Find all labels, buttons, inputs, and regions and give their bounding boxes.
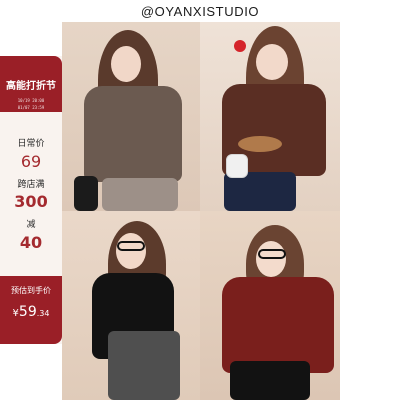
promo-time-line2: 01/07 23:59 <box>17 105 45 110</box>
face <box>111 46 141 82</box>
face <box>256 241 286 277</box>
product-photo-3[interactable] <box>62 211 200 400</box>
jeans <box>230 361 310 400</box>
small-bag <box>226 154 248 178</box>
skirt <box>102 178 178 211</box>
pleated-skirt <box>108 331 180 400</box>
product-photo-4[interactable] <box>200 211 340 400</box>
daily-price-label: 日常价 <box>17 139 45 149</box>
header: @OYANXISTUDIO <box>0 0 400 22</box>
product-photo-2[interactable] <box>200 22 340 211</box>
reduce-label: 减 <box>26 220 36 230</box>
threshold-value: 300 <box>14 192 48 211</box>
cherries <box>234 40 246 52</box>
estimated-price-label: 预估到手价 <box>11 286 51 295</box>
right-whitespace <box>340 22 400 400</box>
price-cents: .34 <box>36 309 50 318</box>
brand-handle: @OYANXISTUDIO <box>140 3 260 19</box>
sweater <box>84 86 182 182</box>
face <box>116 233 146 269</box>
product-photo-1[interactable] <box>62 22 200 211</box>
price-amount: 59 <box>18 304 37 320</box>
estimated-price: ¥59.34 <box>0 304 62 320</box>
sweater <box>222 277 334 373</box>
estimated-price-box: 预估到手价 ¥59.34 <box>0 276 62 344</box>
discount-value: 40 <box>19 233 43 252</box>
promo-sidebar: 高能打折节 10/19 20:00 01/07 23:59 日常价 69 跨店满… <box>0 56 62 344</box>
glasses <box>117 241 145 251</box>
face <box>256 44 288 80</box>
bag <box>74 176 98 211</box>
daily-price-value: 69 <box>20 152 42 171</box>
promo-time: 10/19 20:00 01/07 23:59 <box>18 97 45 111</box>
promo-title: 高能打折节 <box>6 81 56 92</box>
promo-time-line1: 10/19 20:00 <box>17 98 45 103</box>
promo-header: 高能打折节 10/19 20:00 01/07 23:59 <box>0 56 62 112</box>
cross-store-label: 跨店满 <box>17 180 45 190</box>
glasses <box>258 249 286 259</box>
cake-plate <box>238 136 282 152</box>
